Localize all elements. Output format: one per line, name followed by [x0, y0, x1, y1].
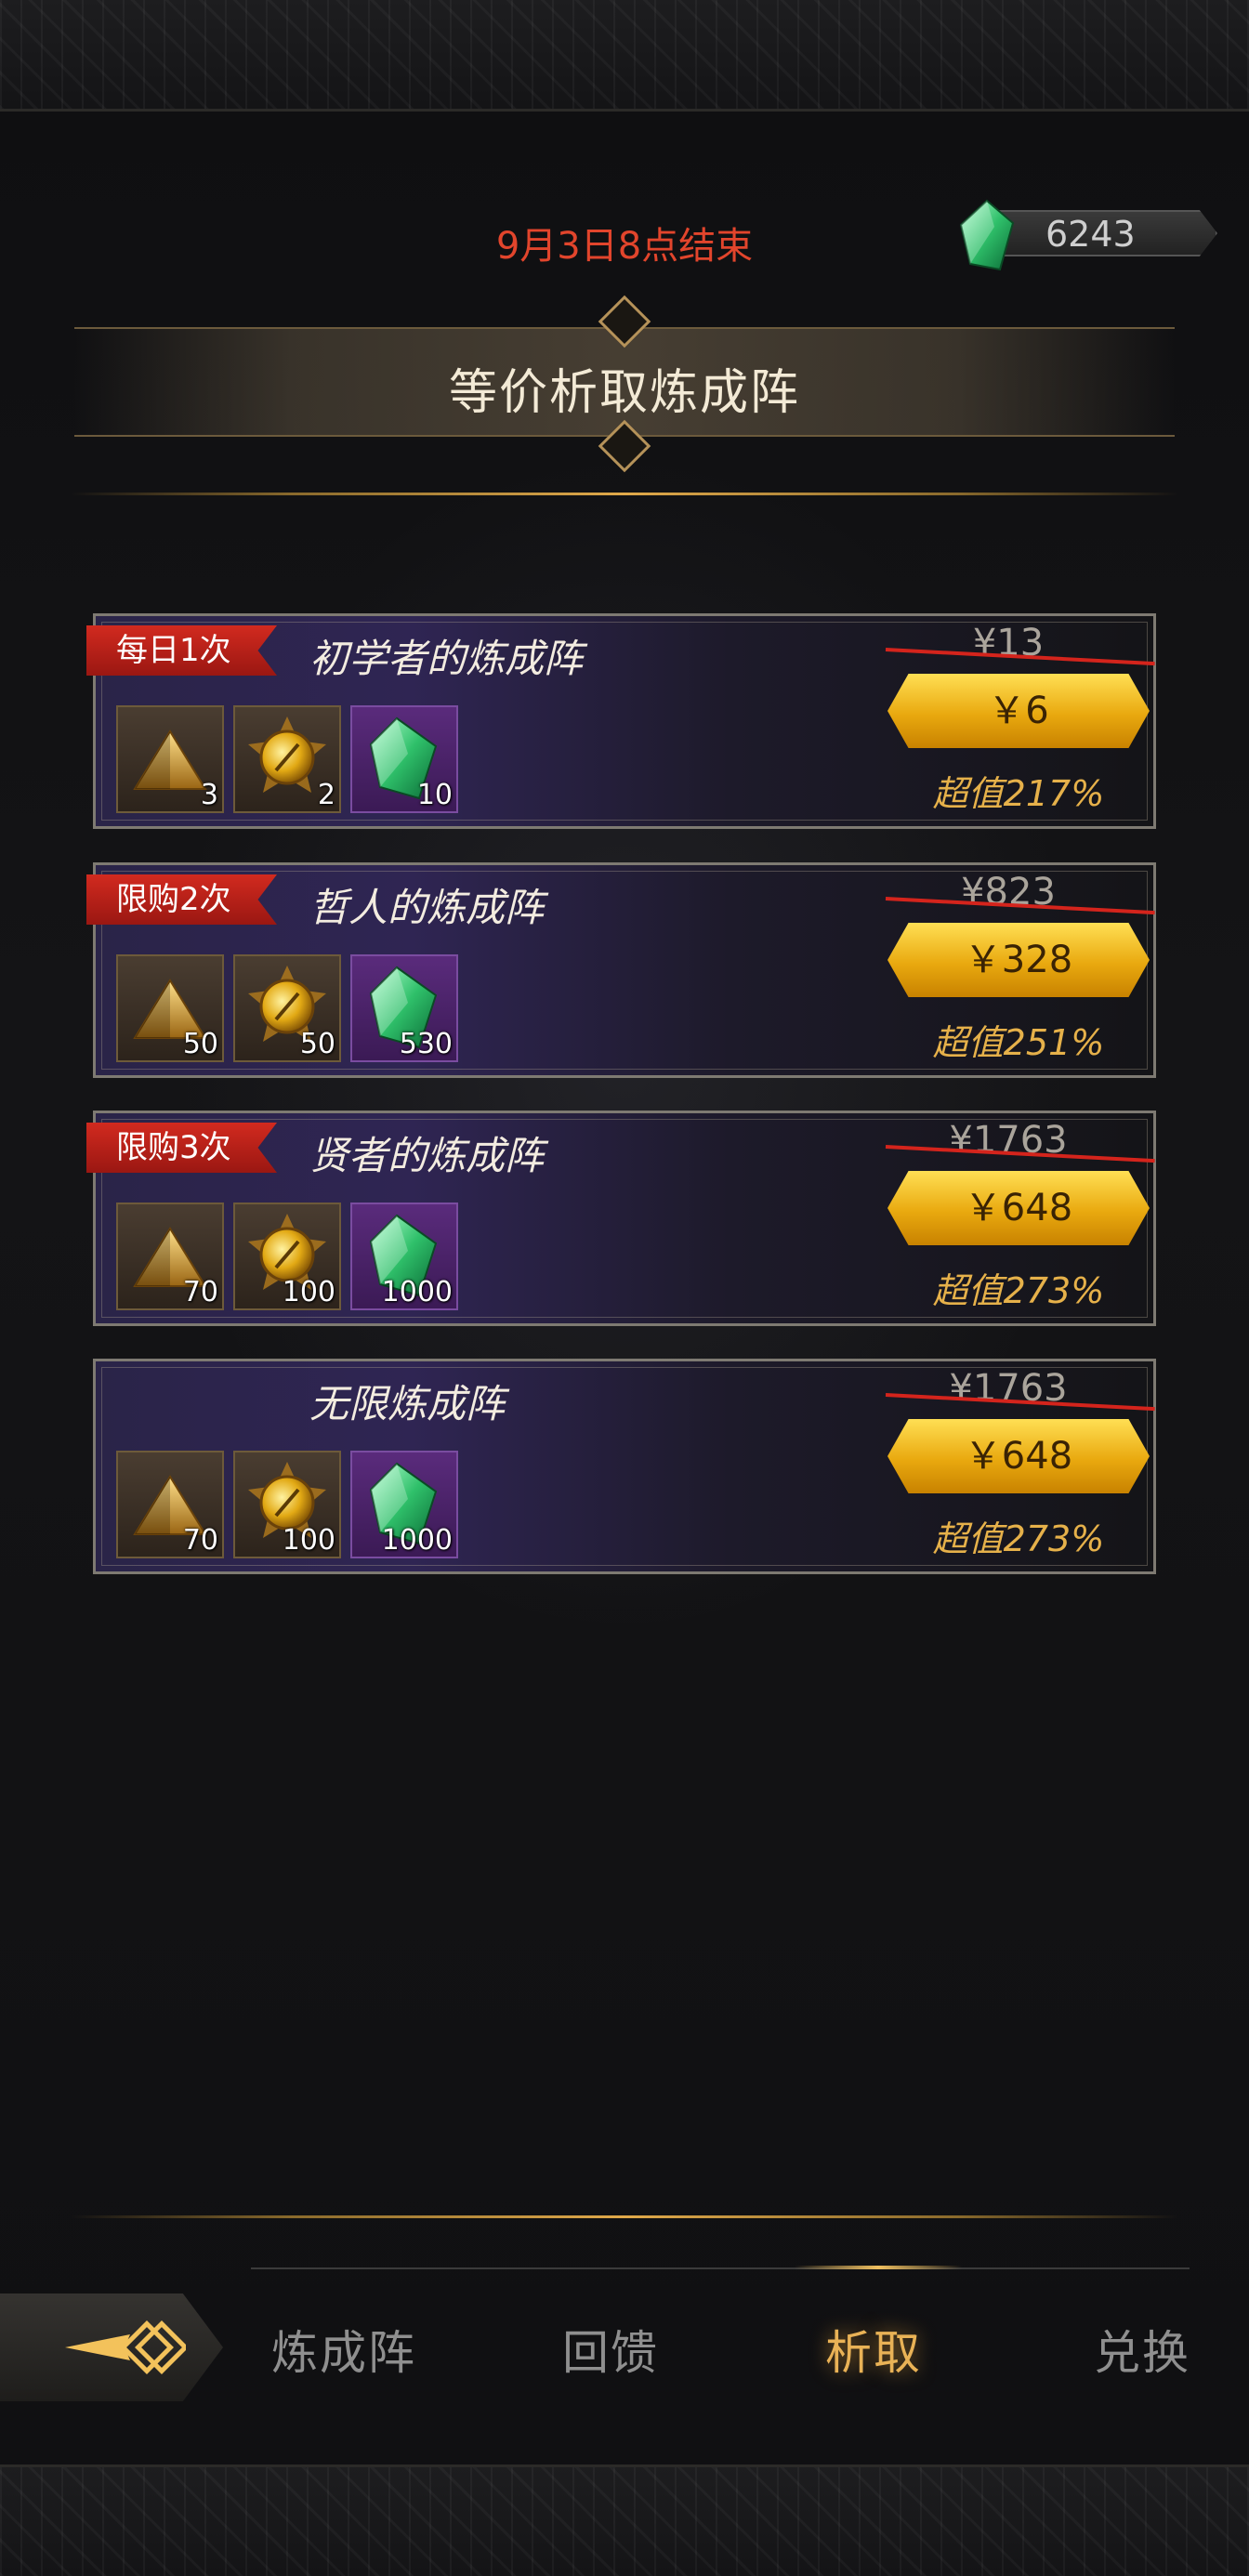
value-percentage: 超值273%: [932, 1518, 1105, 1559]
reward-item[interactable]: 100: [233, 1451, 341, 1558]
offer-card[interactable]: 限购2次 哲人的炼成阵 50 50 530 ¥823 ￥328 超值251%: [86, 862, 1156, 1078]
currency-display[interactable]: 6243: [957, 199, 1217, 271]
buy-button[interactable]: ￥328: [887, 923, 1150, 997]
top-ornament-band: [0, 0, 1249, 112]
value-percentage: 超值217%: [932, 773, 1105, 814]
item-quantity: 100: [282, 1524, 335, 1557]
tab-exchange[interactable]: 兑换: [1094, 2316, 1190, 2383]
offer-name: 初学者的炼成阵: [309, 636, 584, 681]
reward-item[interactable]: 100: [233, 1203, 341, 1310]
value-percentage: 超值273%: [932, 1270, 1105, 1311]
item-quantity: 70: [182, 1524, 218, 1557]
item-quantity: 50: [299, 1028, 335, 1060]
tab-rewards[interactable]: 回馈: [562, 2316, 659, 2383]
green-gem-icon: [959, 199, 1015, 271]
item-quantity: 2: [317, 779, 335, 811]
tab-extract[interactable]: 析取: [825, 2316, 922, 2383]
item-quantity: 50: [182, 1028, 218, 1060]
title-banner: 等价析取炼成阵: [74, 279, 1175, 483]
reward-item[interactable]: 1000: [350, 1451, 458, 1558]
item-quantity: 1000: [381, 1524, 453, 1557]
reward-item[interactable]: 70: [116, 1451, 224, 1558]
back-arrow-icon: [65, 2320, 186, 2374]
reward-item[interactable]: 50: [233, 954, 341, 1062]
item-quantity: 3: [200, 779, 218, 811]
reward-items: 70 100 1000: [116, 1451, 458, 1558]
reward-item[interactable]: 50: [116, 954, 224, 1062]
bottom-nav: 炼成阵 回馈 析取 兑换: [0, 2266, 1249, 2416]
value-percentage: 超值251%: [932, 1022, 1105, 1063]
active-tab-indicator: [795, 2266, 962, 2269]
item-quantity: 10: [416, 779, 453, 811]
reward-items: 3 2 10: [116, 705, 458, 813]
tab-alchemy-array[interactable]: 炼成阵: [271, 2316, 416, 2383]
bottom-ornament-band: [0, 2464, 1249, 2576]
offer-card[interactable]: 限购3次 贤者的炼成阵 70 100 1000 ¥1763 ￥648 超值273%: [86, 1111, 1156, 1326]
nav-track: [251, 2267, 1190, 2269]
offer-name: 贤者的炼成阵: [309, 1133, 545, 1178]
item-quantity: 70: [182, 1276, 218, 1308]
back-button[interactable]: [0, 2293, 223, 2401]
buy-button[interactable]: ￥648: [887, 1171, 1150, 1245]
offer-card[interactable]: 每日1次 初学者的炼成阵 3 2 10 ¥13 ￥6 超值217%: [86, 613, 1156, 829]
item-quantity: 1000: [381, 1276, 453, 1308]
item-quantity: 530: [399, 1028, 453, 1060]
reward-item[interactable]: 530: [350, 954, 458, 1062]
purchase-limit-badge: 限购2次: [86, 874, 277, 925]
page-title: 等价析取炼成阵: [448, 365, 800, 421]
offer-card[interactable]: 无限炼成阵 70 100 1000 ¥1763 ￥648 超值273%: [93, 1359, 1156, 1574]
reward-items: 70 100 1000: [116, 1203, 458, 1310]
currency-amount: 6243: [1045, 214, 1136, 255]
purchase-limit-badge: 限购3次: [86, 1123, 277, 1173]
reward-item[interactable]: 1000: [350, 1203, 458, 1310]
purchase-limit-badge: 每日1次: [86, 625, 277, 676]
buy-button[interactable]: ￥648: [887, 1419, 1150, 1493]
reward-item[interactable]: 3: [116, 705, 224, 813]
reward-item[interactable]: 10: [350, 705, 458, 813]
item-quantity: 100: [282, 1276, 335, 1308]
offer-name: 无限炼成阵: [309, 1381, 506, 1426]
offer-name: 哲人的炼成阵: [309, 885, 545, 930]
reward-item[interactable]: 2: [233, 705, 341, 813]
reward-items: 50 50 530: [116, 954, 458, 1062]
buy-button[interactable]: ￥6: [887, 674, 1150, 748]
reward-item[interactable]: 70: [116, 1203, 224, 1310]
title-divider: [71, 493, 1178, 495]
nav-divider: [71, 2215, 1178, 2218]
